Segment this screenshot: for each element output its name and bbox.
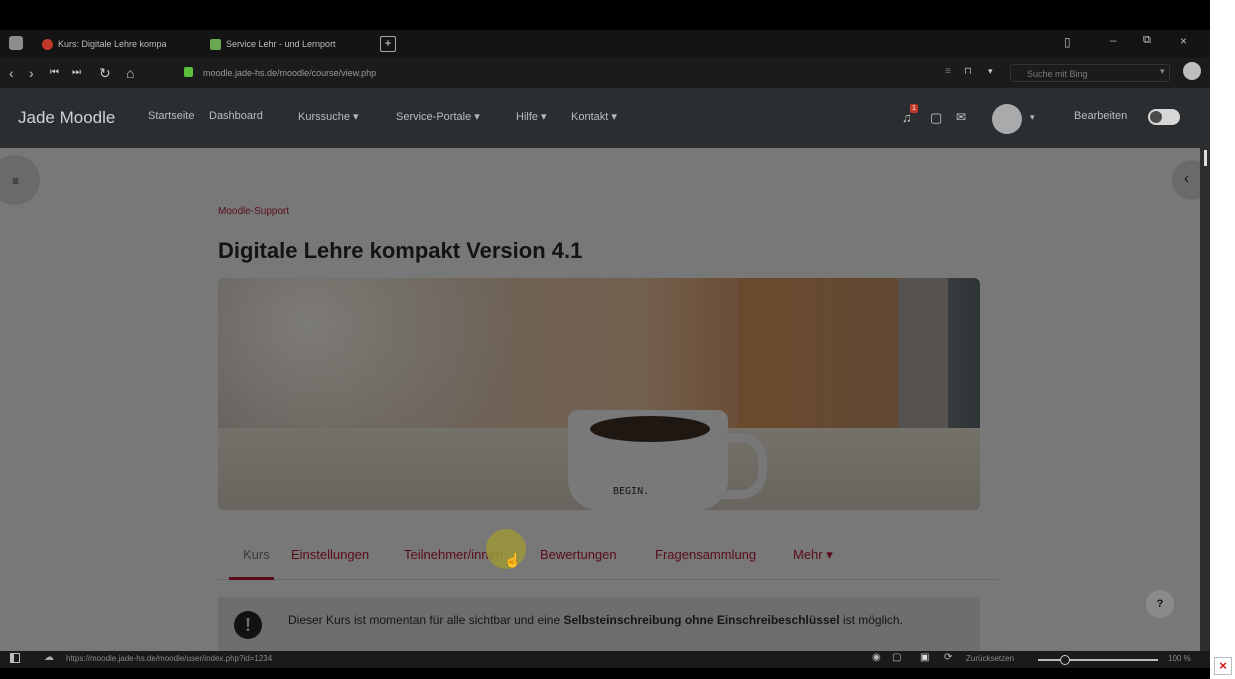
sidebar-toggle-icon[interactable]	[10, 653, 20, 663]
sync-icon[interactable]: ⟳	[944, 652, 952, 663]
nav-service-portale[interactable]: Service-Portale ▾	[396, 110, 480, 123]
notice-text-start: Dieser Kurs ist momentan für alle sichtb…	[288, 613, 564, 627]
nav-hilfe[interactable]: Hilfe ▾	[516, 110, 547, 123]
chevron-left-icon: ‹	[1184, 170, 1189, 187]
tab-bewertungen[interactable]: Bewertungen	[540, 547, 617, 562]
back-icon[interactable]: ‹	[9, 65, 14, 81]
last-icon[interactable]: ⏭	[72, 65, 81, 81]
nav-kontakt[interactable]: Kontakt ▾	[571, 110, 617, 123]
status-bar: ☁ https://moodle.jade-hs.de/moodle/user/…	[0, 651, 1210, 668]
forward-icon[interactable]: ›	[29, 65, 34, 81]
window-icon[interactable]: ▢	[892, 652, 901, 663]
trash-icon[interactable]: ▯	[1064, 35, 1071, 49]
browser-menu-icon[interactable]	[9, 36, 23, 50]
course-index-icon: ≡	[12, 174, 20, 188]
mail-icon[interactable]: ✉	[956, 110, 966, 124]
moodle-favicon-icon	[42, 38, 53, 50]
search-input[interactable]: Suche mit Bing	[1010, 64, 1170, 82]
avatar[interactable]	[992, 104, 1022, 134]
rss-icon[interactable]: ≡	[945, 66, 951, 77]
tab-course[interactable]: Kurs: Digitale Lehre kompa	[42, 33, 202, 55]
toggle-knob	[1150, 111, 1162, 123]
restore-icon[interactable]: ⧉	[1143, 34, 1151, 47]
tab-bar: Kurs: Digitale Lehre kompa Service Lehr …	[0, 30, 1210, 58]
nav-dashboard[interactable]: Dashboard	[209, 110, 263, 122]
tab-service[interactable]: Service Lehr - und Lernport	[210, 33, 375, 55]
minimize-icon[interactable]: –	[1110, 33, 1117, 47]
bottom-strip	[0, 668, 1210, 679]
edit-mode-label: Bearbeiten	[1074, 110, 1128, 122]
broken-image-icon: ×	[1214, 657, 1232, 675]
search-dropdown-icon[interactable]: ▾	[1160, 66, 1165, 77]
active-tab-indicator	[229, 577, 274, 580]
notice-text-bold: Selbsteinschreibung ohne Einschreibeschl…	[563, 613, 840, 627]
bookmark-dropdown-icon[interactable]: ▾	[988, 66, 993, 77]
notification-badge: 1	[910, 104, 918, 113]
status-url: https://moodle.jade-hs.de/moodle/user/in…	[66, 654, 273, 663]
tab-einstellungen[interactable]: Einstellungen	[291, 547, 369, 562]
new-tab-icon[interactable]: +	[380, 36, 396, 52]
notice-text: Dieser Kurs ist momentan für alle sichtb…	[288, 611, 968, 629]
course-tabs-underline	[218, 579, 998, 580]
camera-icon[interactable]: ◉	[872, 652, 881, 663]
image-shelf	[738, 278, 898, 428]
url-field[interactable]: moodle.jade-hs.de/moodle/course/view.php	[203, 63, 963, 83]
user-menu-chevron-icon[interactable]: ▾	[1030, 112, 1035, 123]
coffee-surface	[590, 416, 710, 442]
edit-mode-toggle[interactable]	[1148, 109, 1180, 125]
service-favicon-icon	[210, 38, 221, 50]
nav-startseite[interactable]: Startseite	[148, 110, 194, 122]
home-icon[interactable]: ⌂	[126, 65, 134, 81]
notice-text-end: ist möglich.	[839, 613, 903, 627]
message-icon[interactable]: ▢	[930, 110, 942, 126]
hand-cursor-icon: ☝	[504, 552, 522, 568]
page-title: Digitale Lehre kompakt Version 4.1	[218, 238, 583, 263]
tab-kurs[interactable]: Kurs	[243, 547, 270, 562]
reset-label[interactable]: Zurücksetzen	[966, 654, 1014, 663]
warning-icon: !	[234, 611, 262, 639]
help-button[interactable]: ?	[1146, 590, 1174, 618]
cup-caption: BEGIN.	[613, 486, 650, 497]
scrollbar-thumb[interactable]	[1204, 150, 1207, 166]
zoom-level: 100 %	[1168, 654, 1191, 663]
course-content: ≡ ‹ Moodle-Support Digitale Lehre kompak…	[0, 148, 1210, 651]
browser-window: Kurs: Digitale Lehre kompa Service Lehr …	[0, 0, 1210, 679]
course-notice: ! Dieser Kurs ist momentan für alle sich…	[218, 597, 980, 651]
scrollbar[interactable]	[1200, 148, 1210, 651]
bookmark-icon[interactable]: ⊓	[964, 66, 972, 77]
cup-handle	[718, 433, 767, 499]
breadcrumb[interactable]: Moodle-Support	[218, 206, 289, 217]
profile-icon[interactable]	[1183, 62, 1201, 80]
tab-mehr[interactable]: Mehr ▾	[793, 547, 833, 563]
cloud-icon[interactable]: ☁	[44, 652, 54, 663]
help-label: ?	[1156, 598, 1164, 610]
nav-kurssuche[interactable]: Kurssuche ▾	[298, 110, 359, 123]
reload-icon[interactable]: ↻	[99, 65, 111, 81]
image-icon[interactable]: ▣	[920, 652, 929, 663]
close-icon[interactable]: ×	[1180, 34, 1187, 48]
tab-fragensammlung[interactable]: Fragensammlung	[655, 547, 756, 562]
drawer-toggle-left[interactable]	[0, 155, 40, 205]
course-image: BEGIN.	[218, 278, 980, 510]
zoom-slider[interactable]	[1038, 655, 1158, 665]
lock-icon	[184, 67, 193, 77]
first-icon[interactable]: ⏮	[50, 65, 59, 81]
tab-label: Kurs: Digitale Lehre kompa	[58, 39, 167, 49]
zoom-slider-knob[interactable]	[1060, 655, 1070, 665]
tab-label: Service Lehr - und Lernport	[226, 39, 336, 49]
brand-logo[interactable]: Jade Moodle	[18, 108, 115, 128]
